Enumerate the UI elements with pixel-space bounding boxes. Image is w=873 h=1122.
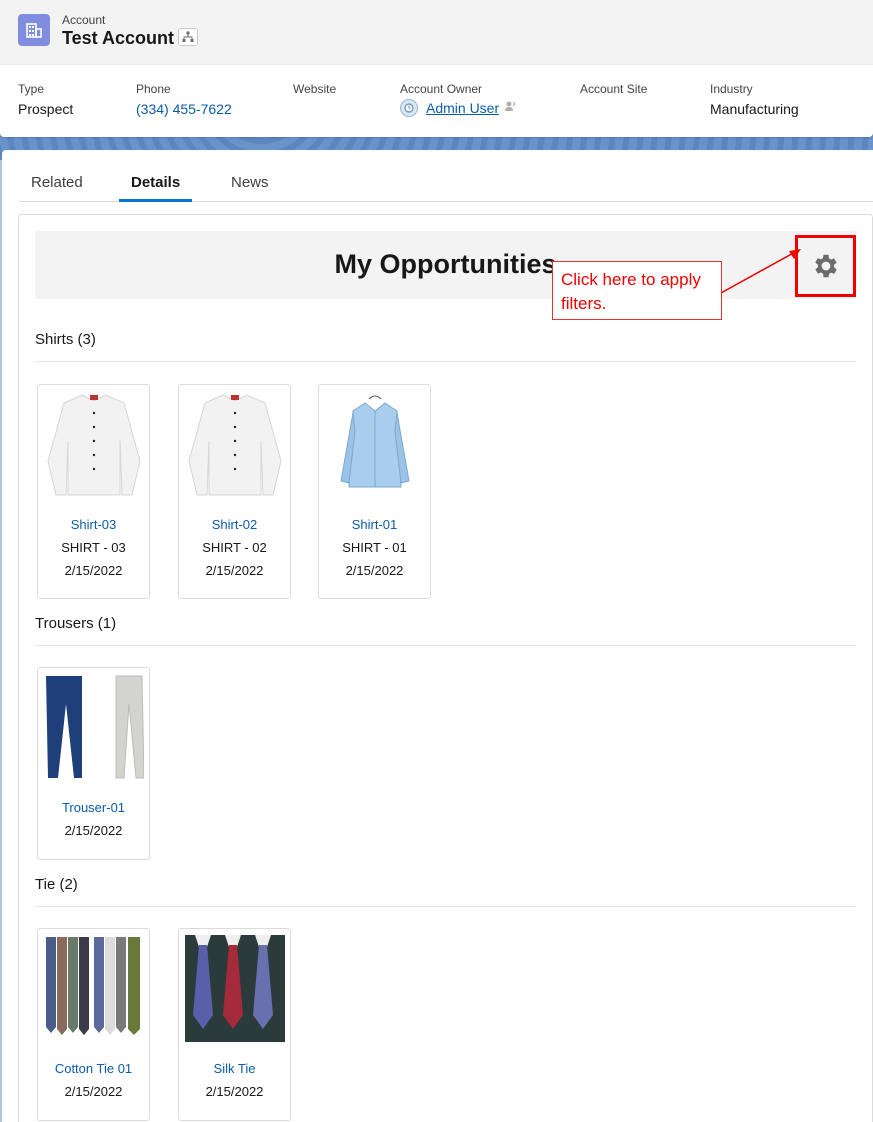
product-link[interactable]: Shirt-01 <box>319 517 430 532</box>
field-label: Industry <box>710 82 753 96</box>
annotation-callout: Click here to apply filters. <box>552 261 722 320</box>
account-icon <box>18 14 50 46</box>
product-date: 2/15/2022 <box>64 563 123 578</box>
tab-news[interactable]: News <box>219 174 281 202</box>
record-body: Related Details News My Opportunities Cl… <box>2 150 873 1122</box>
field-value: Prospect <box>18 101 74 117</box>
product-code: SHIRT - 02 <box>202 540 267 555</box>
field-label: Phone <box>136 82 171 96</box>
blue-shirt-image <box>339 395 410 488</box>
field-industry: Industry Manufacturing <box>710 82 799 117</box>
hierarchy-icon <box>182 31 194 42</box>
product-card: Cotton Tie 01 2/15/2022 <box>37 928 150 1121</box>
white-shirt-image <box>187 394 282 496</box>
field-type: Type Prospect <box>18 82 73 117</box>
divider <box>35 645 856 646</box>
object-label: Account <box>62 13 106 27</box>
owner-avatar <box>400 99 418 117</box>
field-website: Website <box>293 82 336 101</box>
account-owner-link[interactable]: Admin User <box>426 100 499 116</box>
product-date: 2/15/2022 <box>345 563 404 578</box>
product-code: SHIRT - 01 <box>342 540 407 555</box>
field-value: Manufacturing <box>710 101 799 117</box>
product-date: 2/15/2022 <box>205 1084 264 1099</box>
group-title-shirts: Shirts (3) <box>35 331 96 348</box>
opportunities-component: My Opportunities Click here to apply fil… <box>18 214 873 1122</box>
cotton-ties-image <box>45 937 140 1035</box>
silk-ties-image <box>184 935 285 1042</box>
white-shirt-image <box>46 394 141 496</box>
product-card: Shirt-03 SHIRT - 03 2/15/2022 <box>37 384 150 599</box>
product-card: Shirt-02 SHIRT - 02 2/15/2022 <box>178 384 291 599</box>
divider <box>35 906 856 907</box>
divider <box>35 361 856 362</box>
field-label: Type <box>18 82 45 96</box>
trousers-image <box>45 675 144 779</box>
product-link[interactable]: Shirt-03 <box>38 517 149 532</box>
product-link[interactable]: Trouser-01 <box>38 800 149 815</box>
tab-bar: Related Details News <box>19 166 873 202</box>
product-date: 2/15/2022 <box>205 563 264 578</box>
field-label: Account Owner <box>400 82 483 96</box>
product-card: Silk Tie 2/15/2022 <box>178 928 291 1121</box>
annotation-arrow <box>720 249 801 294</box>
product-card: Shirt-01 SHIRT - 01 2/15/2022 <box>318 384 431 599</box>
field-account-site: Account Site <box>580 82 647 101</box>
tab-related[interactable]: Related <box>19 174 95 202</box>
field-label: Website <box>293 82 337 96</box>
phone-link[interactable]: (334) 455-7622 <box>136 101 232 117</box>
view-hierarchy-button[interactable] <box>178 28 198 46</box>
group-title-tie: Tie (2) <box>35 876 78 893</box>
field-label: Account Site <box>580 82 648 96</box>
gear-icon <box>814 254 837 278</box>
change-owner-icon[interactable] <box>504 99 516 117</box>
product-link[interactable]: Silk Tie <box>179 1061 290 1076</box>
record-header: Account Test Account Type Prospect Phone… <box>0 0 873 137</box>
product-code: SHIRT - 03 <box>61 540 126 555</box>
field-account-owner: Account Owner Admin User <box>400 82 516 117</box>
product-link[interactable]: Cotton Tie 01 <box>38 1061 149 1076</box>
record-title-bar: Account Test Account <box>0 0 873 65</box>
group-title-trousers: Trousers (1) <box>35 615 117 632</box>
product-card: Trouser-01 2/15/2022 <box>37 667 150 860</box>
product-date: 2/15/2022 <box>64 1084 123 1099</box>
product-link[interactable]: Shirt-02 <box>179 517 290 532</box>
account-name: Test Account <box>62 28 175 48</box>
product-date: 2/15/2022 <box>64 823 123 838</box>
field-phone: Phone (334) 455-7622 <box>136 82 232 117</box>
tab-details[interactable]: Details <box>119 174 193 202</box>
